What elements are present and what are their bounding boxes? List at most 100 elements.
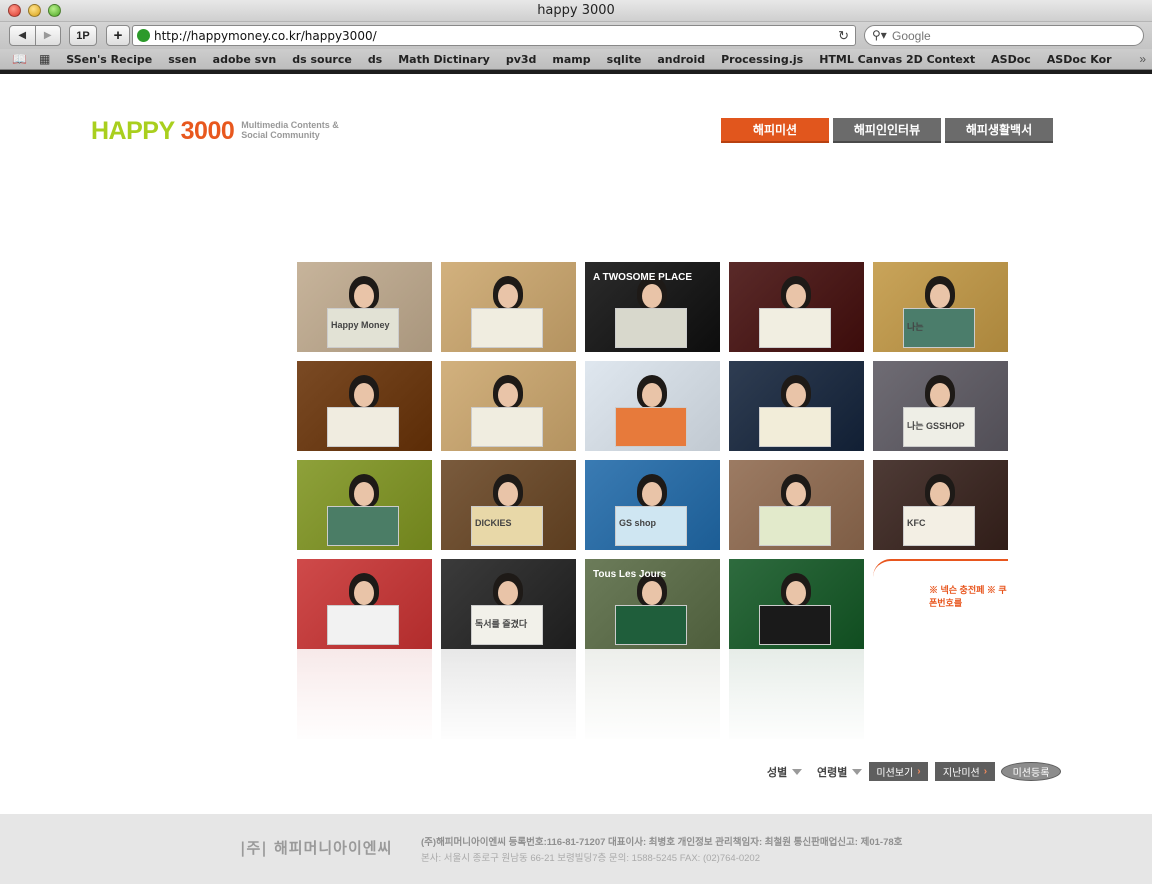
- mission-sign-card: [615, 605, 687, 645]
- bookmark-item[interactable]: ssen: [168, 53, 196, 66]
- arrow-right-icon: ›: [983, 766, 988, 777]
- mission-sign-text: KFC: [907, 518, 926, 528]
- bookmark-item[interactable]: SSen's Recipe: [66, 53, 152, 66]
- bookmark-item[interactable]: sqlite: [607, 53, 642, 66]
- mission-photo: [441, 262, 576, 352]
- mission-photo-tile[interactable]: 나는: [873, 262, 1008, 352]
- bookmark-item[interactable]: android: [657, 53, 705, 66]
- past-mission-button[interactable]: 지난미션 ›: [935, 762, 995, 781]
- mission-photo-tile[interactable]: Tous Les Jours: [585, 559, 720, 649]
- mission-photo: [729, 559, 864, 649]
- photo-subject-face: [642, 581, 662, 605]
- mission-photo-tile[interactable]: [729, 559, 864, 649]
- top-sites-icon[interactable]: ▦: [39, 52, 50, 66]
- age-filter[interactable]: 연령별: [817, 762, 863, 781]
- nav-tab-happy-life[interactable]: 해피생활백서: [945, 118, 1053, 143]
- mission-photo: [729, 262, 864, 352]
- bookmark-item[interactable]: ASDoc Kor: [1047, 53, 1112, 66]
- arrow-right-icon: ›: [917, 766, 921, 777]
- photo-subject-face: [786, 581, 806, 605]
- mission-photo: 독서를 즐겼다: [441, 559, 576, 649]
- toolbar-divider: [0, 70, 1152, 74]
- footer-logo: |주| 해피머니아이엔씨: [240, 839, 393, 857]
- search-icon[interactable]: ⚲▾: [872, 28, 887, 42]
- mission-photo-tile[interactable]: GS shop: [585, 460, 720, 550]
- past-mission-label: 지난미션: [942, 768, 980, 779]
- nav-tab-happy-mission[interactable]: 해피미션: [721, 118, 829, 143]
- photo-subject-face: [498, 284, 518, 308]
- photo-subject-face: [930, 284, 950, 308]
- mission-photo-tile[interactable]: A TWOSOME PLACE: [585, 262, 720, 352]
- back-button[interactable]: ◀: [10, 26, 35, 45]
- browser-toolbar: ◀ ▶ 1P + http://happymoney.co.kr/happy30…: [0, 22, 1152, 49]
- register-mission-button[interactable]: 미션등록: [1001, 762, 1061, 781]
- bookmarks-overflow-icon[interactable]: »: [1139, 52, 1146, 66]
- mission-sign-text: A TWOSOME PLACE: [593, 272, 693, 283]
- mission-photo: [729, 361, 864, 451]
- add-bookmark-button[interactable]: +: [106, 25, 130, 46]
- main-navigation: 해피미션 해피인인터뷰 해피생활백서: [721, 118, 1053, 143]
- bookmark-item[interactable]: Math Dictinary: [398, 53, 490, 66]
- mission-photo-tile[interactable]: 나는 GSSHOP: [873, 361, 1008, 451]
- bookmark-item[interactable]: ASDoc: [991, 53, 1031, 66]
- gender-filter[interactable]: 성별: [767, 762, 803, 781]
- mission-sign-text: Happy Money: [331, 320, 390, 330]
- mission-photo-tile[interactable]: [297, 361, 432, 451]
- mission-sign-card: [471, 407, 543, 447]
- mission-photo-tile[interactable]: ※ 넥슨 충전페 ※ 쿠폰번호를: [873, 559, 1008, 649]
- bookmarks-bar: 📖 ▦ SSen's Recipe ssen adobe svn ds sour…: [0, 49, 1152, 70]
- logo-number-text: 3000: [180, 117, 235, 145]
- mission-photo: [441, 361, 576, 451]
- search-box[interactable]: ⚲▾: [864, 25, 1144, 46]
- search-input[interactable]: [892, 29, 1132, 43]
- mission-sign-card: [759, 407, 831, 447]
- mission-sign-text: ※ 넥슨 충전페 ※ 쿠폰번호를: [929, 585, 1007, 608]
- mission-photo-tile[interactable]: DICKIES: [441, 460, 576, 550]
- mission-sign-card: [471, 308, 543, 348]
- address-text[interactable]: http://happymoney.co.kr/happy3000/: [154, 29, 377, 43]
- bookmark-item[interactable]: pv3d: [506, 53, 537, 66]
- mission-photo-tile[interactable]: [297, 559, 432, 649]
- mission-photo-tile[interactable]: [441, 262, 576, 352]
- mission-photo-tile[interactable]: [729, 460, 864, 550]
- address-bar[interactable]: http://happymoney.co.kr/happy3000/ ↻: [132, 25, 856, 46]
- footer-company-info: (주)해피머니아이엔씨 등록번호:116-81-71207 대표이사: 최병호 …: [421, 837, 903, 848]
- photo-subject-face: [354, 482, 374, 506]
- bookmark-item[interactable]: adobe svn: [213, 53, 277, 66]
- mission-photo-tile[interactable]: [585, 361, 720, 451]
- photo-subject-face: [930, 482, 950, 506]
- mission-photo-tile[interactable]: [441, 361, 576, 451]
- bookmark-item[interactable]: ds source: [292, 53, 352, 66]
- mission-sign-text: Tous Les Jours: [593, 569, 667, 580]
- one-page-button[interactable]: 1P: [69, 25, 97, 46]
- logo-happy-text: HAPPY: [91, 117, 175, 145]
- age-filter-label: 연령별: [817, 766, 848, 779]
- mission-photo: KFC: [873, 460, 1008, 550]
- bookmark-item[interactable]: ds: [368, 53, 382, 66]
- view-mission-button[interactable]: 미션보기 ›: [869, 762, 928, 781]
- mission-photo: 나는: [873, 262, 1008, 352]
- reload-icon[interactable]: ↻: [838, 28, 849, 44]
- photo-subject-face: [786, 383, 806, 407]
- site-logo[interactable]: HAPPY 3000 Multimedia Contents & Social …: [91, 117, 351, 146]
- mission-photo-tile[interactable]: [729, 361, 864, 451]
- mission-photo-tile[interactable]: Happy Money: [297, 262, 432, 352]
- nav-tab-happy-interview[interactable]: 해피인인터뷰: [833, 118, 941, 143]
- window-titlebar: happy 3000: [0, 0, 1152, 22]
- mission-sign-text: GS shop: [619, 518, 657, 528]
- mission-sign-card: [759, 506, 831, 546]
- mission-photo: [585, 361, 720, 451]
- bookmark-item[interactable]: Processing.js: [721, 53, 803, 66]
- mission-sign-card: [615, 308, 687, 348]
- reflection-fade: [297, 649, 1008, 740]
- mission-photo: [729, 460, 864, 550]
- mission-photo-tile[interactable]: [297, 460, 432, 550]
- forward-button[interactable]: ▶: [34, 26, 61, 45]
- view-mission-label: 미션보기: [876, 768, 914, 779]
- mission-photo-tile[interactable]: KFC: [873, 460, 1008, 550]
- bookmark-item[interactable]: HTML Canvas 2D Context: [819, 53, 975, 66]
- mission-photo-tile[interactable]: 독서를 즐겼다: [441, 559, 576, 649]
- bookmark-item[interactable]: mamp: [552, 53, 590, 66]
- mission-photo-tile[interactable]: [729, 262, 864, 352]
- reading-list-icon[interactable]: 📖: [12, 52, 27, 66]
